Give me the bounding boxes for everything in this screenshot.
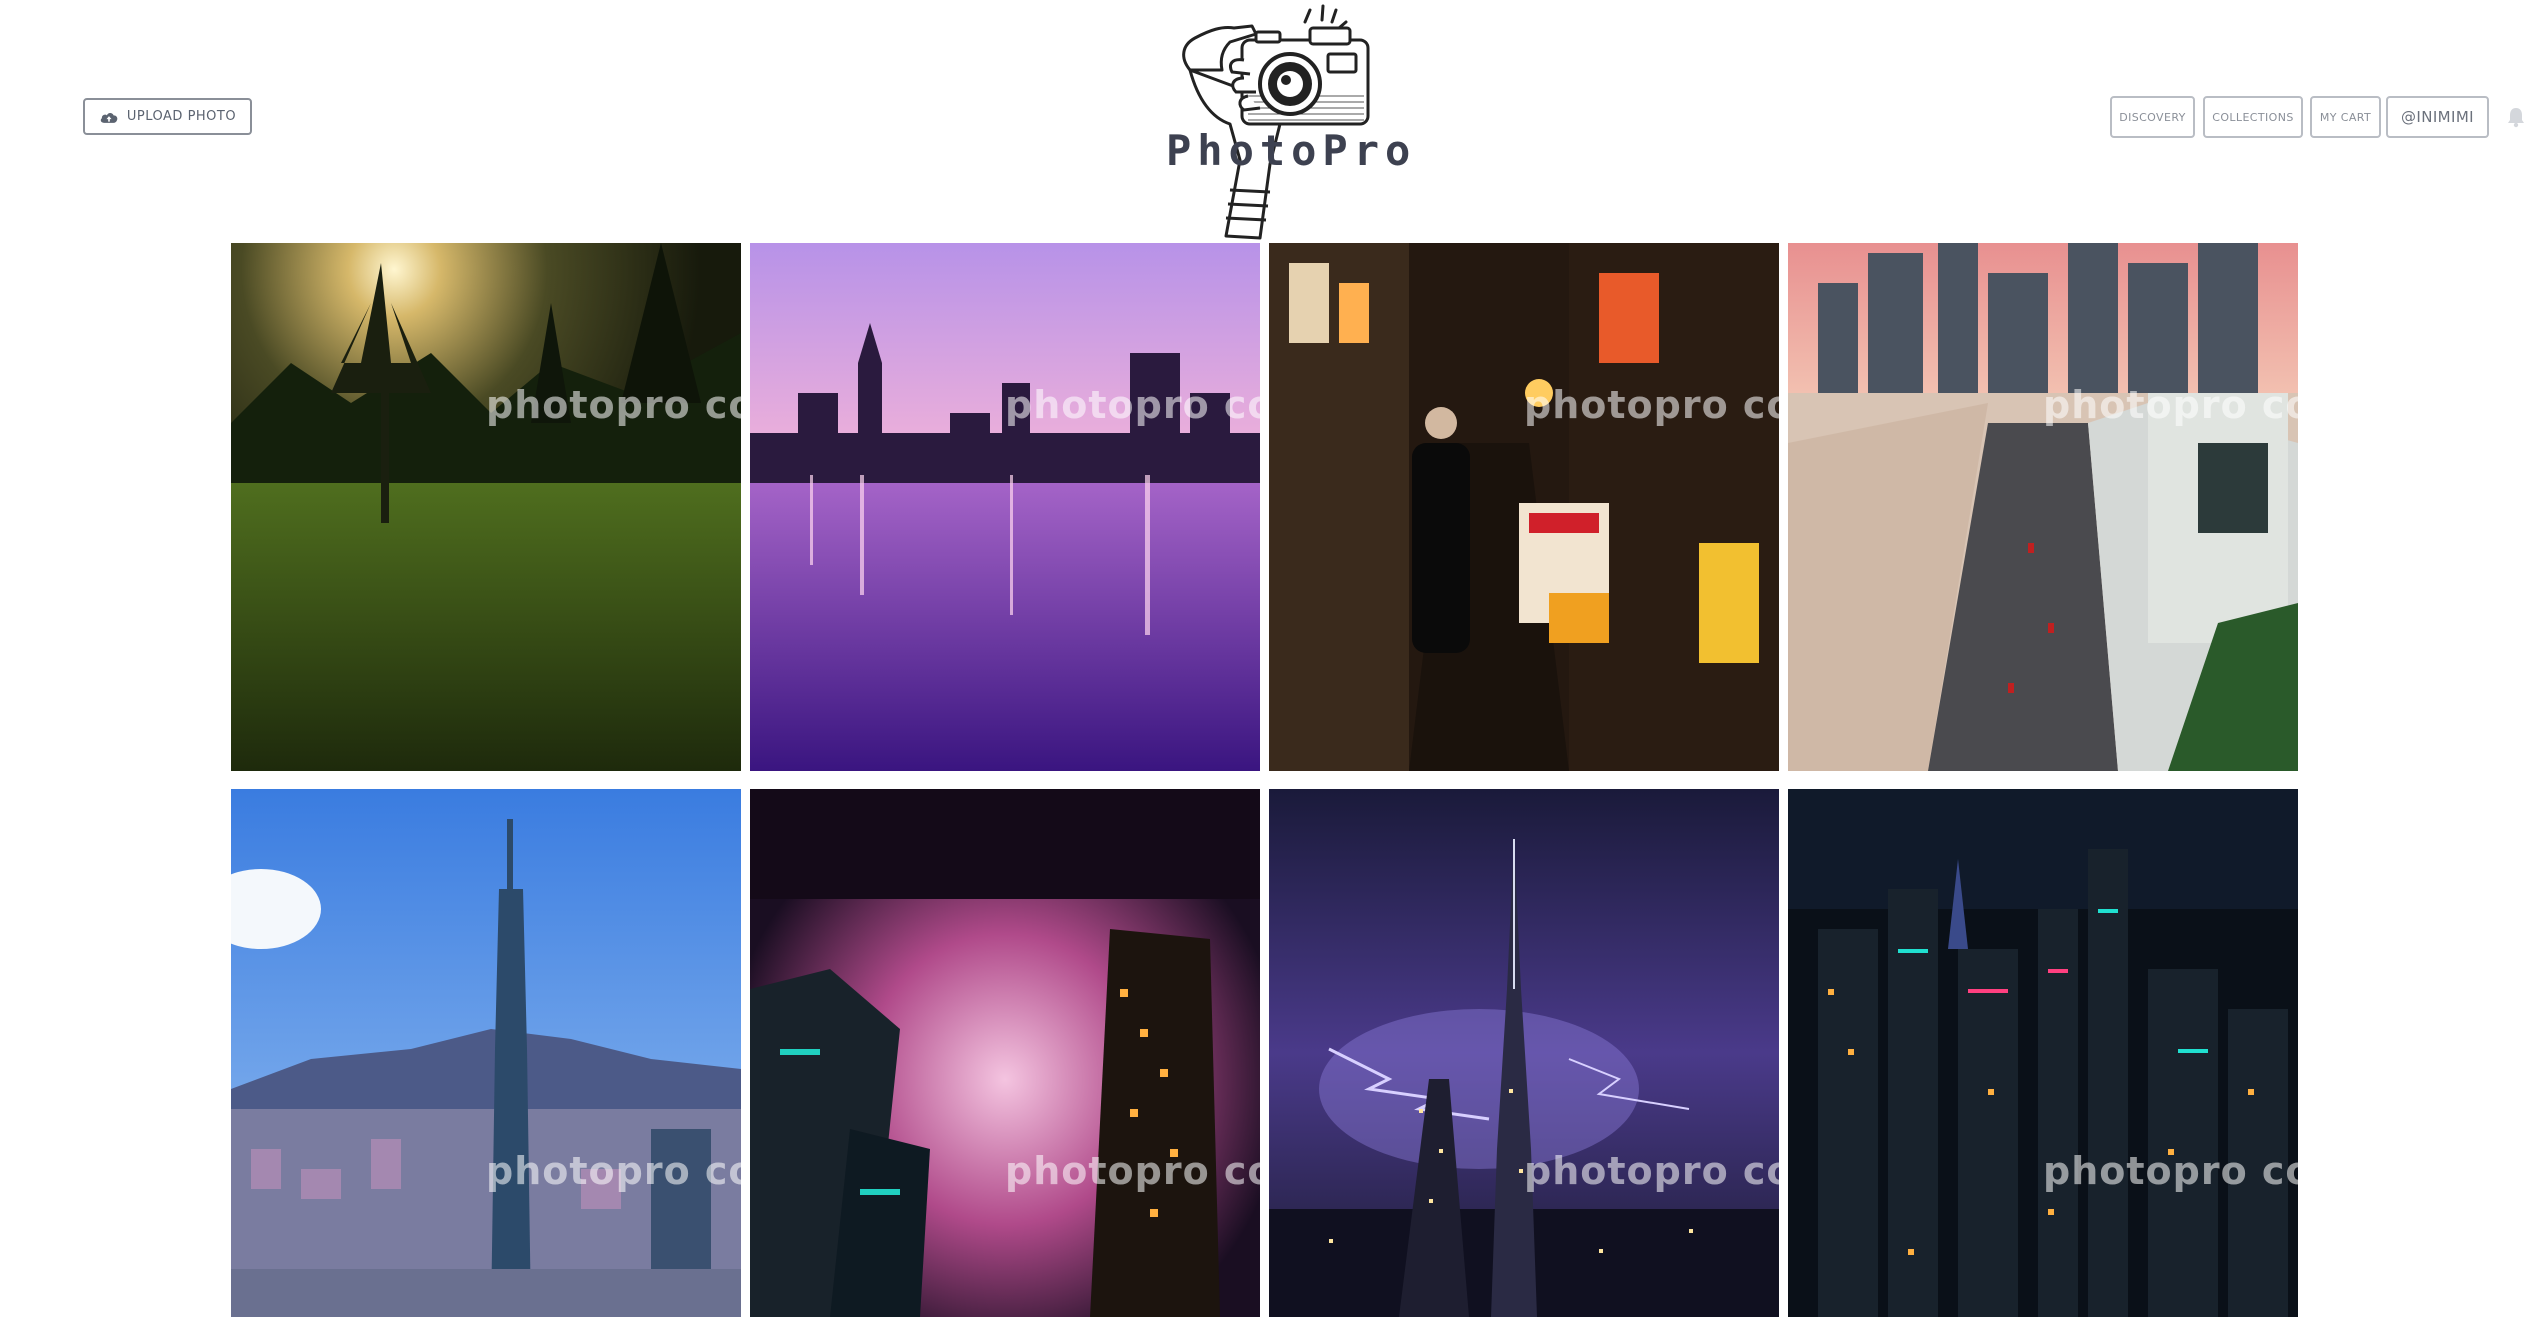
hong-kong-night-photo [1788, 789, 2298, 1317]
bell-icon[interactable] [2506, 106, 2526, 128]
burj-khalifa-lightning-photo [1269, 789, 1779, 1317]
photo-tile[interactable]: photopro copyright [1788, 243, 2298, 771]
upload-photo-button[interactable]: UPLOAD PHOTO [83, 98, 252, 135]
watermark: photopro copyright [2043, 383, 2298, 427]
watermark: photopro copyright [1005, 383, 1260, 427]
photo-tile[interactable]: photopro copyright [750, 243, 1260, 771]
upload-photo-label: UPLOAD PHOTO [126, 109, 237, 124]
cloud-upload-icon [100, 112, 118, 123]
foggy-skyscrapers-photo [750, 789, 1260, 1317]
my-cart-button[interactable]: MY CART [2310, 96, 2381, 138]
watermark: photopro copyright [1524, 383, 1779, 427]
discovery-button[interactable]: DISCOVERY [2110, 96, 2195, 138]
collections-button[interactable]: COLLECTIONS [2203, 96, 2303, 138]
photo-tile[interactable]: photopro copyright [750, 789, 1260, 1317]
photo-tile[interactable]: photopro copyright [231, 789, 741, 1317]
photo-tile[interactable]: photopro copyright [1269, 243, 1779, 771]
purple-skyline-photo [750, 243, 1260, 771]
taipei-101-photo [231, 789, 741, 1317]
photopro-logo[interactable] [1160, 0, 1390, 242]
night-street-photo [1269, 243, 1779, 771]
forest-sunrise-photo [231, 243, 741, 771]
logo-wordmark[interactable]: PhotoPro [1166, 126, 1410, 175]
watermark: photopro copyright [486, 383, 741, 427]
watermark: photopro copyright [2043, 1149, 2298, 1193]
photopro-page: UPLOAD PHOTO PhotoPro DISCOVERY COLLECTI… [0, 0, 2526, 1319]
watermark: photopro copyright [486, 1149, 741, 1193]
watermark: photopro copyright [1005, 1149, 1260, 1193]
city-highway-photo [1788, 243, 2298, 771]
photo-tile[interactable]: photopro copyright [1269, 789, 1779, 1317]
user-profile-button[interactable]: @INIMIMI [2386, 96, 2489, 138]
photo-tile[interactable]: photopro copyright [231, 243, 741, 771]
watermark: photopro copyright [1524, 1149, 1779, 1193]
photo-tile[interactable]: photopro copyright [1788, 789, 2298, 1317]
